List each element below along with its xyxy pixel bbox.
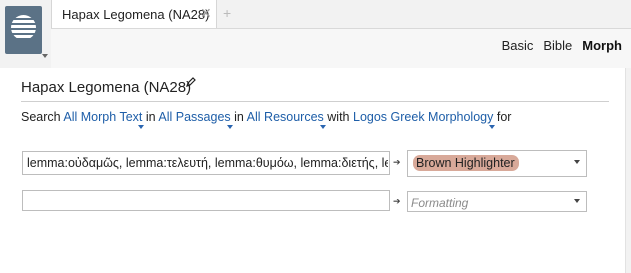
passages-label: All Passages [158,110,231,124]
chevron-down-icon [574,199,580,203]
formatting-placeholder: Formatting [411,196,469,210]
edit-pencil-icon[interactable] [186,77,196,87]
app-menu-icon[interactable] [5,6,42,54]
morphology-dropdown[interactable]: Logos Greek Morphology [353,110,496,129]
chevron-down-icon [574,160,580,164]
app-menu-caret-icon[interactable] [42,54,48,58]
morph-text-dropdown[interactable]: All Morph Text [63,110,145,129]
for-label: for [496,110,512,124]
arrow-right-icon: ➔ [393,196,401,206]
query-input-1[interactable]: lemma:οὐδαμῶς, lemma:τελευτή, lemma:θυμό… [22,151,390,175]
document-tab[interactable]: Hapax Legomena (NA28) ✕ [51,0,217,28]
mode-morph[interactable]: Morph [582,38,622,53]
mode-switcher: Basic Bible Morph [502,38,622,53]
morphology-label: Logos Greek Morphology [353,110,494,124]
logo-disc [11,15,36,40]
with-label: with [327,110,350,124]
query-text-1: lemma:οὐδαμῶς, lemma:τελευτή, lemma:θυμό… [27,156,388,170]
title-divider [21,101,609,102]
scrollbar[interactable] [625,68,631,273]
tab-title: Hapax Legomena (NA28) [62,7,210,22]
query-input-2[interactable] [22,190,390,211]
in-label: in [145,110,156,124]
chevron-down-icon [138,125,145,129]
resources-dropdown[interactable]: All Resources [246,110,326,129]
search-prefix-label: Search [21,110,61,124]
new-tab-icon[interactable]: + [223,5,231,21]
highlighter-dropdown-1[interactable]: Brown Highlighter [407,150,587,177]
in-label: in [234,110,244,124]
chevron-down-icon [319,125,326,129]
search-sentence: Search All Morph Text in All Passages in… [21,110,512,129]
page-title: Hapax Legomena (NA28) [21,79,192,96]
mode-basic[interactable]: Basic [502,38,534,53]
chevron-down-icon [489,125,496,129]
close-icon[interactable]: ✕ [200,5,212,22]
mode-bible[interactable]: Bible [543,38,572,53]
chevron-down-icon [226,125,233,129]
resources-label: All Resources [246,110,324,124]
arrow-right-icon: ➔ [393,157,401,167]
morph-text-label: All Morph Text [63,110,143,124]
formatting-dropdown-2[interactable]: Formatting [407,191,587,212]
passages-dropdown[interactable]: All Passages [158,110,233,129]
highlighter-value: Brown Highlighter [413,155,519,171]
